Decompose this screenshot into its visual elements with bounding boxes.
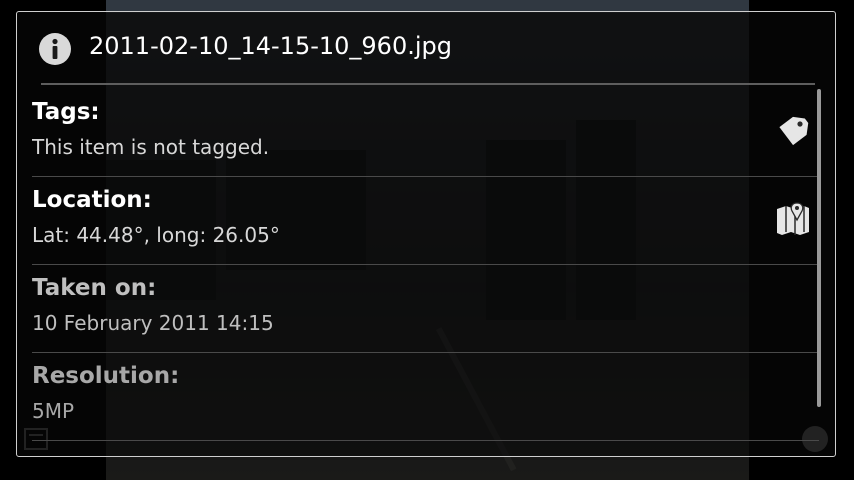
detail-row-tags[interactable]: Tags: This item is not tagged. xyxy=(32,89,819,177)
info-icon xyxy=(39,33,71,65)
detail-label: Tags: xyxy=(32,99,100,125)
detail-row-resolution: Resolution: 5MP xyxy=(32,353,819,441)
detail-row-taken-on: Taken on: 10 February 2011 14:15 xyxy=(32,265,819,353)
detail-row-location[interactable]: Location: Lat: 44.48°, long: 26.05° xyxy=(32,177,819,265)
detail-label: Taken on: xyxy=(32,275,157,301)
dialog-title: 2011-02-10_14-15-10_960.jpg xyxy=(89,32,452,60)
detail-value: 10 February 2011 14:15 xyxy=(32,311,274,335)
details-dialog: 2011-02-10_14-15-10_960.jpg Tags: This i… xyxy=(16,11,836,457)
detail-value: Lat: 44.48°, long: 26.05° xyxy=(32,223,280,247)
detail-label: Location: xyxy=(32,187,152,213)
details-list[interactable]: Tags: This item is not tagged. Location:… xyxy=(32,89,819,456)
detail-label: Resolution: xyxy=(32,363,180,389)
scrollbar[interactable] xyxy=(817,89,821,407)
map-icon[interactable] xyxy=(773,199,813,239)
detail-value: This item is not tagged. xyxy=(32,135,270,159)
screen: 2011-02-10_14-15-10_960.jpg Tags: This i… xyxy=(0,0,854,480)
dialog-header: 2011-02-10_14-15-10_960.jpg xyxy=(17,12,835,85)
header-divider xyxy=(41,83,815,85)
tag-icon[interactable] xyxy=(773,111,813,151)
detail-value: 5MP xyxy=(32,399,75,423)
